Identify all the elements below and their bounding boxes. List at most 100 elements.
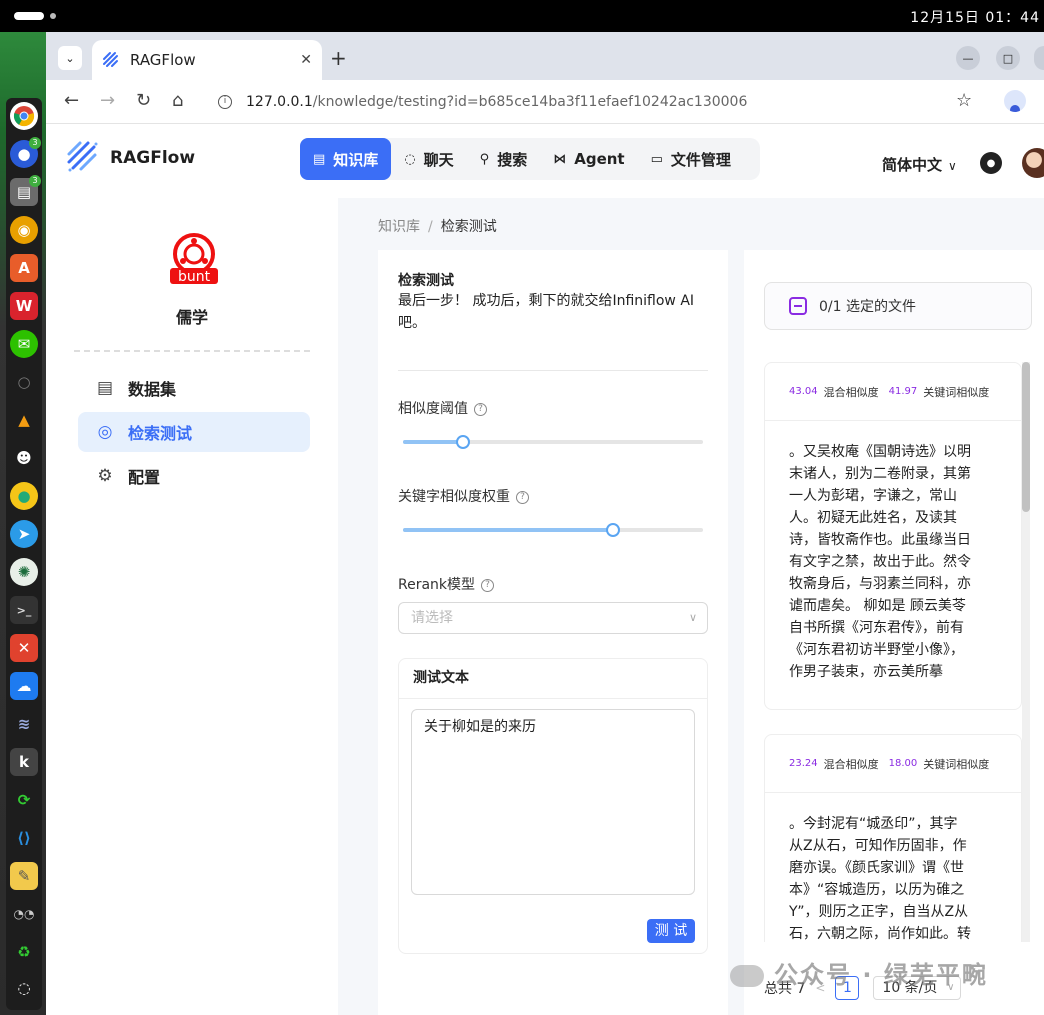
language-selector[interactable]: 简体中文 ∨ — [882, 154, 957, 175]
run-test-button[interactable]: 测 试 — [647, 919, 695, 943]
kb-name: 儒学 — [175, 308, 208, 327]
keyword-weight-slider[interactable] — [403, 523, 703, 537]
results-scrollbar[interactable] — [1022, 362, 1030, 942]
label-text: Rerank模型 — [398, 577, 476, 593]
dingtalk-icon[interactable]: ☁ — [10, 672, 38, 700]
terminal-icon[interactable]: >_ — [10, 596, 38, 624]
document-icon: ▤ — [96, 378, 114, 398]
feishu-icon[interactable]: ➤ — [10, 520, 38, 548]
browser-toolbar: ← → ↻ ⌂ i 127.0.0.1/knowledge/testing?id… — [46, 80, 1044, 124]
nav-agent[interactable]: ⋈ Agent — [540, 138, 637, 180]
result-text: 。今封泥有“城丞印”，其字从Z从石，可知作历固非，作磨亦误。《颜氏家训》谓《世本… — [789, 816, 971, 942]
help-icon[interactable]: ? — [516, 490, 529, 504]
tab-search-button[interactable]: ⌄ — [58, 46, 82, 70]
user-avatar[interactable] — [1022, 148, 1044, 178]
indeterminate-checkbox-icon[interactable] — [789, 297, 807, 315]
magnifier-icon[interactable]: ○ — [10, 368, 38, 396]
trash-icon[interactable]: ♻ — [10, 938, 38, 966]
keyword-weight-label: 关键字相似度权重? — [398, 486, 529, 506]
reload-icon[interactable]: ↻ — [136, 90, 151, 111]
stack-icon[interactable]: ≋ — [10, 710, 38, 738]
test-text-input[interactable]: 关于柳如是的来历 — [411, 709, 695, 895]
similarity-threshold-slider[interactable] — [403, 435, 703, 449]
xmind-icon[interactable]: ✕ — [10, 634, 38, 662]
ragflow-logo-icon[interactable] — [66, 140, 100, 174]
browser-window: ⌄ RAGFlow ✕ + — □ ← → ↻ ⌂ i 127.0.0.1/kn… — [46, 32, 1044, 1015]
results-list[interactable]: 43.04 混合相似度 41.97 关键词相似度 。又吴枚庵《国朝诗选》以明末诸… — [764, 362, 1024, 942]
bookmark-star-icon[interactable]: ☆ — [956, 90, 972, 111]
ragflow-favicon-icon — [103, 52, 118, 67]
files-icon[interactable]: ▤ 3 — [10, 175, 41, 206]
help-icon[interactable]: ? — [481, 578, 495, 592]
panel-divider — [398, 370, 708, 371]
breadcrumb-root[interactable]: 知识库 — [378, 219, 420, 235]
kimi-icon[interactable]: k — [10, 748, 38, 776]
sync-icon[interactable]: ⟳ — [10, 786, 38, 814]
site-info-icon[interactable]: i — [218, 95, 232, 109]
rhythmbox-icon[interactable]: ◉ — [10, 216, 38, 244]
kb-avatar-icon: bunt — [170, 233, 218, 285]
hybrid-score: 43.04 — [789, 386, 818, 397]
nav-knowledge-base[interactable]: ▤ 知识库 — [300, 138, 392, 180]
system-clock[interactable]: 12月15日 01：44 — [910, 7, 1040, 27]
wechat-icon[interactable]: ✉ — [10, 330, 38, 358]
app-center-icon[interactable]: A — [10, 254, 38, 282]
chrome-icon[interactable] — [10, 102, 38, 130]
hybrid-score-label: 混合相似度 — [823, 757, 879, 771]
maximize-button[interactable]: □ — [996, 46, 1020, 70]
new-tab-button[interactable]: + — [330, 46, 347, 70]
slider-fill — [403, 440, 463, 444]
slider-fill — [403, 528, 613, 532]
result-card[interactable]: 23.24 混合相似度 18.00 关键词相似度 。今封泥有“城丞印”，其字从Z… — [764, 734, 1022, 942]
panel-title: 检索测试 — [398, 273, 454, 289]
nav-label: 搜索 — [497, 150, 528, 169]
help-icon[interactable]: ? — [474, 402, 487, 416]
gimp-icon[interactable]: ◔◔ — [10, 900, 38, 928]
openai-icon[interactable]: ✺ — [10, 558, 38, 586]
language-label: 简体中文 — [882, 156, 943, 174]
sidebar-item-retrieval-testing[interactable]: ◎ 检索测试 — [78, 412, 310, 452]
result-card[interactable]: 43.04 混合相似度 41.97 关键词相似度 。又吴枚庵《国朝诗选》以明末诸… — [764, 362, 1022, 710]
result-scores: 23.24 混合相似度 18.00 关键词相似度 — [765, 735, 1021, 793]
sidebar-item-dataset[interactable]: ▤ 数据集 — [78, 368, 310, 408]
keyword-score: 18.00 — [888, 758, 918, 769]
workspace-dot — [50, 13, 56, 19]
close-tab-icon[interactable]: ✕ — [300, 52, 312, 68]
github-icon[interactable]: ● — [980, 152, 1002, 174]
thunderbird-icon[interactable]: ● 3 — [10, 137, 41, 168]
slider-handle[interactable] — [606, 523, 620, 537]
wps-icon[interactable]: W — [10, 292, 38, 320]
kb-sidebar: bunt 儒学 ▤ 数据集 ◎ 检索测试 ⚙ 配置 — [46, 198, 338, 1015]
hybrid-score: 23.24 — [789, 758, 818, 769]
result-scores: 43.04 混合相似度 41.97 关键词相似度 — [765, 363, 1021, 421]
brand-name[interactable]: RAGFlow — [110, 148, 195, 168]
scrollbar-thumb[interactable] — [1022, 362, 1030, 512]
show-apps-icon[interactable]: ◌ — [10, 974, 38, 1002]
home-icon[interactable]: ⌂ — [172, 90, 183, 111]
forward-arrow-icon[interactable]: → — [100, 90, 115, 111]
vscode-icon[interactable]: ⟨⟩ — [10, 824, 38, 852]
url-path: /knowledge/testing?id=b685ce14ba3f11efae… — [312, 94, 748, 110]
result-text: 。又吴枚庵《国朝诗选》以明末诸人，别为二卷附录，其第一人为彭珺，字谦之，常山人。… — [789, 444, 971, 680]
nav-file-management[interactable]: ▭ 文件管理 — [638, 138, 744, 180]
slider-handle[interactable] — [456, 435, 470, 449]
keyword-score-label: 关键词相似度 — [923, 757, 990, 771]
hybrid-score-label: 混合相似度 — [823, 385, 879, 399]
address-bar[interactable]: i 127.0.0.1/knowledge/testing?id=b685ce1… — [206, 86, 1000, 118]
sidebar-item-configuration[interactable]: ⚙ 配置 — [78, 456, 310, 496]
profile-avatar-icon[interactable] — [1004, 90, 1026, 112]
close-window-button[interactable] — [1034, 46, 1044, 70]
activities-indicator[interactable] — [14, 12, 44, 20]
rerank-model-select[interactable]: 请选择 ∨ — [398, 602, 708, 634]
minimize-button[interactable]: — — [956, 46, 980, 70]
selected-files-toggle[interactable]: 0/1 选定的文件 — [764, 282, 1032, 330]
nav-chat[interactable]: ◌ 聊天 — [391, 138, 466, 180]
panel-description: 最后一步！ 成功后，剩下的就交给Infiniflow AI吧。 — [398, 293, 695, 331]
nav-search[interactable]: ⚲ 搜索 — [467, 138, 541, 180]
browser-tab[interactable]: RAGFlow ✕ — [92, 40, 322, 80]
notes-icon[interactable]: ✎ — [10, 862, 38, 890]
ball-app-icon[interactable]: ● — [10, 482, 38, 510]
qq-icon[interactable]: ☻ — [10, 444, 38, 472]
back-arrow-icon[interactable]: ← — [64, 90, 79, 111]
vlc-icon[interactable]: ▲ — [10, 406, 38, 434]
